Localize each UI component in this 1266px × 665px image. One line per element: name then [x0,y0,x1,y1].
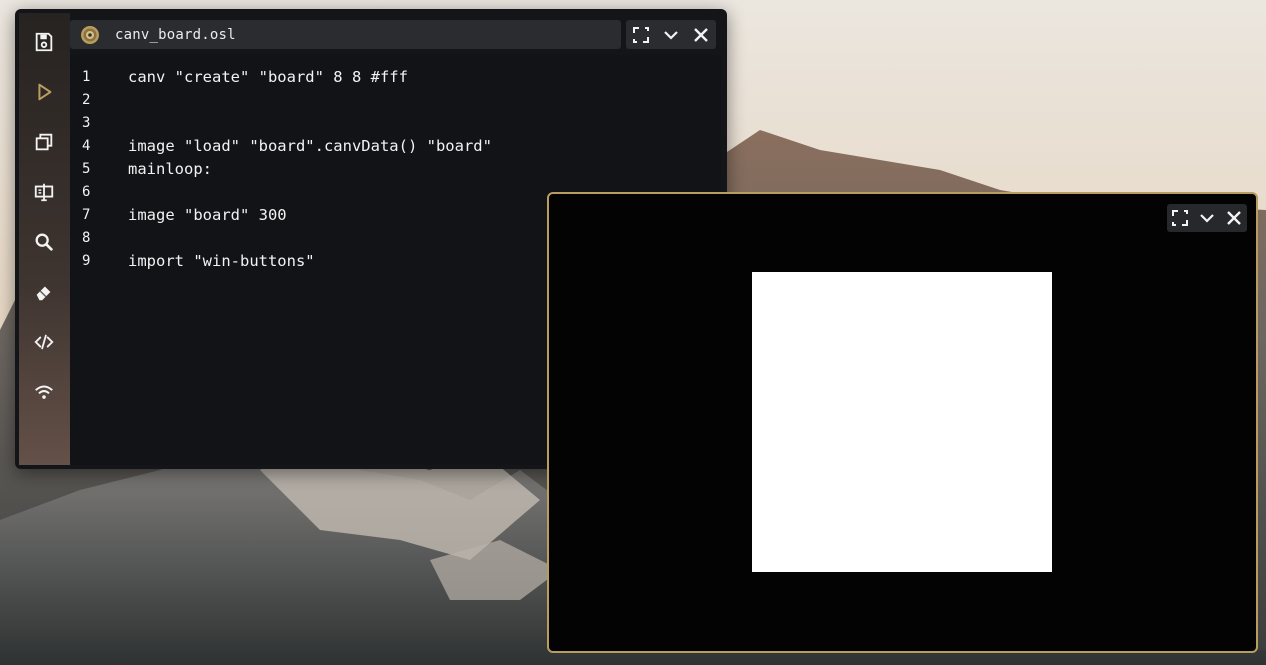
windows-icon[interactable] [31,129,57,155]
output-window [547,192,1258,653]
editor-sidebar [19,13,70,465]
code-icon[interactable] [31,329,57,355]
editor-window-controls [626,20,716,49]
gear-icon [81,25,99,44]
close-icon[interactable] [690,24,712,46]
editor-title-bar[interactable]: canv_board.osl [70,20,621,49]
editor-file-name: canv_board.osl [115,26,236,43]
minimize-chevron-icon[interactable] [1196,207,1218,229]
maximize-icon[interactable] [630,24,652,46]
search-icon[interactable] [31,229,57,255]
terminal-icon[interactable] [31,179,57,205]
maximize-icon[interactable] [1169,207,1191,229]
save-icon[interactable] [31,29,57,55]
eraser-icon[interactable] [31,279,57,305]
run-icon[interactable] [31,79,57,105]
close-icon[interactable] [1223,207,1245,229]
minimize-chevron-icon[interactable] [660,24,682,46]
wifi-icon[interactable] [31,379,57,405]
output-window-controls [1167,204,1247,232]
board-canvas[interactable] [752,272,1052,572]
